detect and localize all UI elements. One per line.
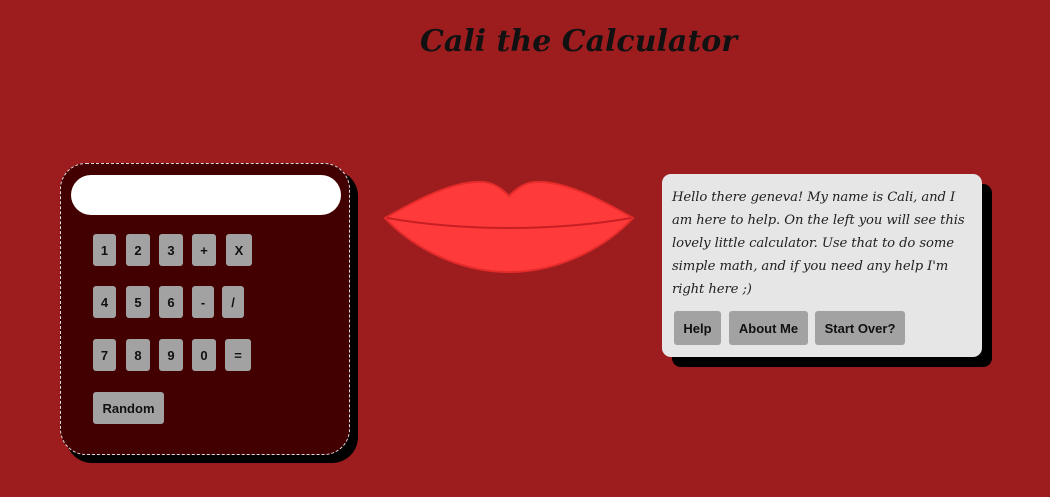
- key-minus[interactable]: -: [192, 286, 214, 318]
- key-6[interactable]: 6: [159, 286, 183, 318]
- key-9[interactable]: 9: [159, 339, 183, 371]
- start-over-button[interactable]: Start Over?: [815, 311, 905, 345]
- key-multiply[interactable]: X: [226, 234, 252, 266]
- key-1[interactable]: 1: [93, 234, 116, 266]
- page-title: Cali the Calculator: [419, 24, 738, 59]
- lips-icon: [383, 180, 635, 274]
- key-equals[interactable]: =: [225, 339, 251, 371]
- key-plus[interactable]: +: [192, 234, 216, 266]
- calculator-display[interactable]: [71, 175, 341, 215]
- speech-message: Hello there geneva! My name is Cali, and…: [672, 190, 965, 297]
- about-me-button[interactable]: About Me: [729, 311, 808, 345]
- page: Cali the Calculator 1 2 3 + X 4 5 6 - / …: [0, 0, 1050, 497]
- key-5[interactable]: 5: [126, 286, 150, 318]
- help-button[interactable]: Help: [674, 311, 721, 345]
- key-divide[interactable]: /: [222, 286, 244, 318]
- key-3[interactable]: 3: [159, 234, 183, 266]
- calculator: 1 2 3 + X 4 5 6 - / 7 8 9 0 = Random: [60, 163, 350, 455]
- key-4[interactable]: 4: [93, 286, 116, 318]
- key-8[interactable]: 8: [126, 339, 150, 371]
- speech-box: Hello there geneva! My name is Cali, and…: [662, 174, 982, 357]
- key-0[interactable]: 0: [192, 339, 216, 371]
- key-7[interactable]: 7: [93, 339, 116, 371]
- key-2[interactable]: 2: [126, 234, 150, 266]
- random-button[interactable]: Random: [93, 392, 164, 424]
